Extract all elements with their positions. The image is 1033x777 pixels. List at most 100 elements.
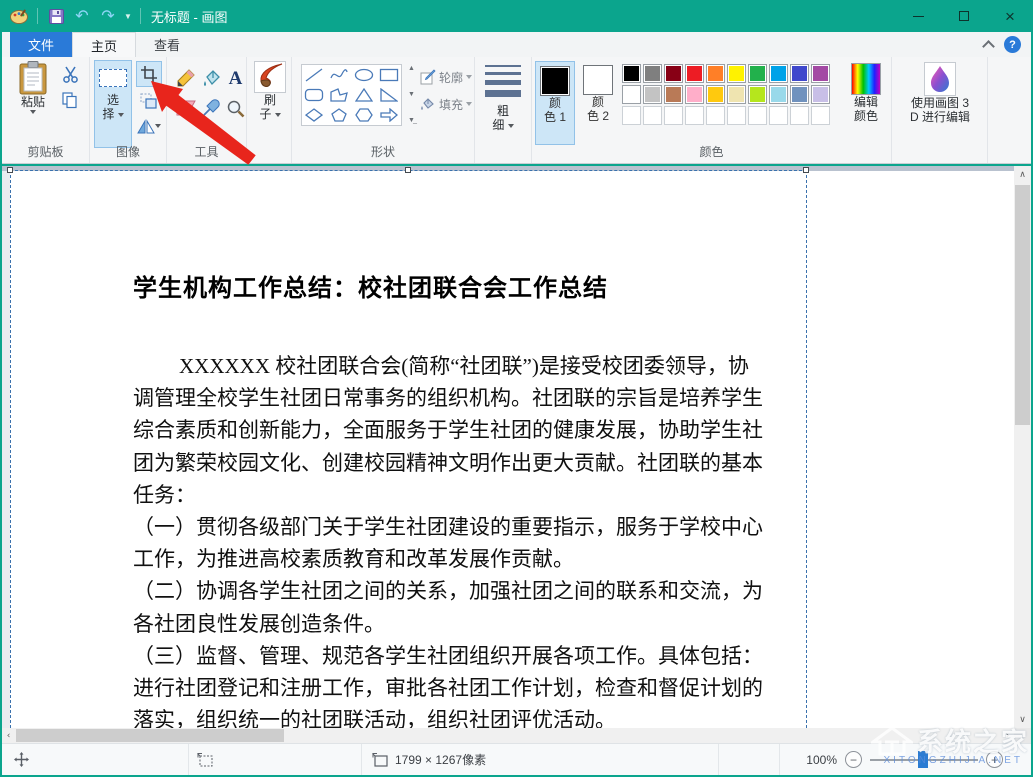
palette-color[interactable] <box>727 64 746 83</box>
copy-button[interactable] <box>58 89 82 111</box>
redo-button[interactable]: ↷ <box>98 6 118 26</box>
eyedropper-tool[interactable] <box>198 93 223 123</box>
qat-customize-dropdown[interactable]: ▼ <box>124 12 132 21</box>
fill-shape-button[interactable]: 填充 <box>420 93 474 115</box>
tab-file[interactable]: 文件 <box>10 32 72 57</box>
tab-home[interactable]: 主页 <box>72 32 136 57</box>
palette-color[interactable] <box>811 85 830 104</box>
minimize-button[interactable] <box>895 0 941 32</box>
shape-arrow[interactable] <box>376 105 401 125</box>
palette-color[interactable] <box>811 64 830 83</box>
horizontal-scrollbar[interactable]: ‹ › <box>2 728 1014 743</box>
palette-empty-slot[interactable] <box>748 106 767 125</box>
color2-button[interactable]: 颜 色 2 <box>578 61 618 145</box>
canvas-area[interactable]: 学生机构工作总结：校社团联合会工作总结 XXXXXX 校社团联合会(简称“社团联… <box>2 166 1014 728</box>
scroll-down-arrow[interactable]: ∨ <box>1014 711 1031 728</box>
magnifier-tool[interactable] <box>223 93 248 123</box>
ribbon: 粘贴 剪贴板 选 择 <box>2 57 1031 164</box>
color1-button[interactable]: 颜 色 1 <box>535 61 575 145</box>
edit-colors-button[interactable]: 编辑 颜色 <box>844 63 888 123</box>
shape-rounded-rectangle[interactable] <box>302 85 327 105</box>
maximize-button[interactable] <box>941 0 987 32</box>
shape-rectangle[interactable] <box>376 65 401 85</box>
tab-view[interactable]: 查看 <box>136 32 198 57</box>
palette-color[interactable] <box>706 64 725 83</box>
shapes-scroll-down[interactable]: ▼ <box>408 90 415 100</box>
shape-ellipse[interactable] <box>352 65 377 85</box>
palette-empty-slot[interactable] <box>790 106 809 125</box>
palette-empty-slot[interactable] <box>643 106 662 125</box>
palette-color[interactable] <box>622 64 641 83</box>
shape-triangle[interactable] <box>352 85 377 105</box>
zoom-slider[interactable] <box>870 751 978 768</box>
palette-empty-slot[interactable] <box>727 106 746 125</box>
fill-dropdown-caret <box>466 102 472 106</box>
scroll-left-arrow[interactable]: ‹ <box>2 728 15 743</box>
shape-hexagon[interactable] <box>352 105 377 125</box>
shape-diamond[interactable] <box>302 105 327 125</box>
selection-handle-topleft[interactable] <box>7 167 13 173</box>
palette-color[interactable] <box>748 85 767 104</box>
shape-right-triangle[interactable] <box>376 85 401 105</box>
crop-button[interactable] <box>136 61 162 87</box>
fill-tool[interactable] <box>198 63 223 93</box>
palette-color[interactable] <box>790 64 809 83</box>
shape-pentagon[interactable] <box>327 105 352 125</box>
zoom-in-button[interactable]: + <box>986 751 1003 768</box>
vertical-scrollbar[interactable]: ∧ ∨ <box>1014 166 1031 728</box>
edit-with-paint3d-button[interactable]: 使用画图 3 D 进行编辑 <box>898 62 982 124</box>
cut-button[interactable] <box>58 63 82 85</box>
shapes-more-button[interactable]: ▼̲ <box>408 116 415 126</box>
pencil-icon <box>176 69 195 88</box>
shapes-scroll-up[interactable]: ▲ <box>408 64 415 74</box>
palette-color[interactable] <box>790 85 809 104</box>
zoom-out-button[interactable]: − <box>845 751 862 768</box>
scroll-up-arrow[interactable]: ∧ <box>1014 166 1031 183</box>
selection-handle-topright[interactable] <box>803 167 809 173</box>
palette-color[interactable] <box>748 64 767 83</box>
palette-empty-slot[interactable] <box>622 106 641 125</box>
pencil-tool[interactable] <box>173 63 198 93</box>
palette-color[interactable] <box>685 64 704 83</box>
eraser-tool[interactable] <box>173 93 198 123</box>
palette-color[interactable] <box>643 85 662 104</box>
palette-color[interactable] <box>769 85 788 104</box>
palette-color[interactable] <box>664 64 683 83</box>
palette-color[interactable] <box>706 85 725 104</box>
horizontal-scroll-thumb[interactable] <box>16 729 284 742</box>
outline-button[interactable]: 轮廓 <box>420 66 474 88</box>
help-button[interactable]: ? <box>1004 36 1021 53</box>
select-button[interactable]: 选 择 <box>94 60 132 148</box>
document-line: 综合素质和创新能力，全面服务于学生社团的健康发展，协助学生社 <box>133 414 703 446</box>
palette-color[interactable] <box>643 64 662 83</box>
shape-line[interactable] <box>302 65 327 85</box>
palette-color[interactable] <box>664 85 683 104</box>
palette-empty-slot[interactable] <box>811 106 830 125</box>
paste-button[interactable]: 粘贴 <box>12 61 54 114</box>
save-button[interactable] <box>46 6 66 26</box>
collapse-ribbon-icon[interactable] <box>984 42 994 48</box>
palette-empty-slot[interactable] <box>664 106 683 125</box>
undo-button[interactable]: ↶ <box>72 6 92 26</box>
resize-button[interactable] <box>136 90 160 112</box>
palette-empty-slot[interactable] <box>769 106 788 125</box>
selection-handle-topcenter[interactable] <box>405 167 411 173</box>
shape-polygon[interactable] <box>327 85 352 105</box>
vertical-scroll-thumb[interactable] <box>1015 185 1030 425</box>
palette-color[interactable] <box>727 85 746 104</box>
palette-color[interactable] <box>685 85 704 104</box>
brush-button[interactable]: 刷 子 <box>251 61 289 121</box>
rotate-button[interactable] <box>134 115 164 137</box>
palette-color[interactable] <box>769 64 788 83</box>
color-palette <box>622 64 838 125</box>
palette-empty-slot[interactable] <box>706 106 725 125</box>
zoom-slider-thumb[interactable] <box>918 751 928 768</box>
shape-curve[interactable] <box>327 65 352 85</box>
text-tool[interactable]: A <box>223 63 248 93</box>
palette-color[interactable] <box>622 85 641 104</box>
palette-empty-slot[interactable] <box>685 106 704 125</box>
brush-dropdown-caret <box>275 113 281 117</box>
scroll-right-arrow[interactable]: › <box>1001 728 1014 743</box>
size-button[interactable]: 粗 细 <box>483 65 523 132</box>
close-button[interactable]: × <box>987 0 1033 32</box>
